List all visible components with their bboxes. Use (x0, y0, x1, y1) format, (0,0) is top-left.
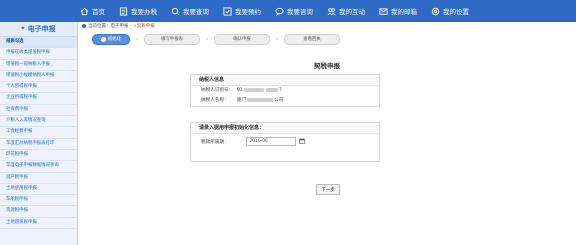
page-title: 契税申报 (314, 62, 340, 70)
check-icon (223, 6, 232, 16)
step-check-icon: ✓ (100, 36, 106, 42)
nav-item-label: 我的邮箱 (391, 8, 417, 16)
nav-item-settings[interactable]: 我的设置 (431, 0, 469, 22)
main-content: 当前位置：电子申报 - >契税申报 ✓ 初始化 › 填写申报表 › 确认申报 › … (78, 22, 576, 245)
panel-title: 请录入据用申报初始化信息： (191, 123, 379, 134)
nav-item-label: 我要办税 (131, 8, 157, 16)
step-label: 初始化 (107, 37, 122, 42)
sidebar-item[interactable]: 介税人入库情况查询 (0, 116, 77, 128)
nav-item-label: 首页 (92, 8, 105, 16)
search-icon (171, 7, 180, 16)
top-navigation-bar: 首页 我要办税 我要查询 我要预约 我要咨询 我的互动 我的邮箱 我的设置 (0, 0, 576, 22)
redacted-text (247, 97, 274, 102)
redacted-text (265, 87, 278, 92)
main-nav: 首页 我要办税 我要查询 我要预约 我要咨询 我的互动 我的邮箱 我的设置 (80, 0, 483, 22)
step-init: ✓ 初始化 (92, 33, 130, 45)
sidebar-item[interactable]: 企业所得税申报 (0, 93, 77, 105)
tax-period-input[interactable]: 2016-06 (246, 137, 306, 146)
breadcrumb-current: >契税申报 (133, 24, 155, 29)
panel-title: 纳税人信息 (191, 75, 379, 86)
nav-item-query[interactable]: 我要查询 (171, 0, 209, 22)
gear-icon (431, 7, 440, 16)
home-icon (80, 7, 89, 16)
chat-icon (275, 7, 284, 16)
nav-item-home[interactable]: 首页 (80, 0, 105, 22)
sidebar-item[interactable]: 增值税一般纳税人申报 (0, 60, 77, 71)
next-button[interactable]: 下一步 (316, 184, 340, 195)
sidebar-item[interactable]: 印花税申报 (0, 150, 77, 162)
tax-period-value: 2016-06 (249, 139, 268, 144)
nav-item-consult[interactable]: 我要咨询 (275, 0, 313, 22)
step-label: 确认申报 (233, 37, 251, 42)
location-icon (82, 23, 86, 28)
breadcrumb-prefix: 当前位置： (88, 24, 111, 29)
nav-item-interaction[interactable]: 我的互动 (327, 0, 365, 22)
pin-icon: ⌖ (21, 25, 25, 32)
taxpayer-name-prefix: 厦门 (237, 98, 247, 103)
sidebar-item[interactable]: 车船税申报 (0, 195, 77, 207)
init-info-panel: 请录入据用申报初始化信息： 税款所属期： 2016-06 (190, 122, 380, 162)
sidebar-item[interactable]: 年度电子申报数据情况查询 (0, 161, 77, 173)
field-label: 税款所属期： (201, 140, 229, 145)
sidebar-item[interactable]: 报表勾选 (0, 37, 77, 49)
taxpayer-name-suffix: 公司 (274, 98, 284, 103)
sidebar-item[interactable]: 资源税申报 (0, 206, 77, 218)
sidebar-item[interactable]: 申报征收类增值税申报 (0, 48, 77, 60)
taxpayer-id-prefix: 91 (237, 88, 243, 93)
tax-period-row: 税款所属期： 2016-06 (191, 137, 379, 147)
nav-item-appointment[interactable]: 我要预约 (223, 0, 261, 22)
sidebar-item[interactable]: 土地增值税申报 (0, 218, 77, 230)
sidebar-title: 电子申报 (27, 25, 56, 33)
breadcrumb-path[interactable]: 电子申报 (111, 24, 129, 29)
progress-steps: ✓ 初始化 › 填写申报表 › 确认申报 › 查看回执 (92, 33, 340, 45)
sidebar-item[interactable]: 社保费申报 (0, 105, 77, 117)
sidebar-item[interactable]: 增值税小规模纳税人申报 (0, 71, 77, 83)
nav-item-mailbox[interactable]: 我的邮箱 (379, 0, 417, 22)
nav-item-label: 我的设置 (443, 8, 469, 16)
logo-area (0, 0, 76, 22)
chevron-right-icon: › (135, 35, 139, 43)
nav-item-label: 我要预约 (235, 8, 261, 16)
taxpayer-info-panel: 纳税人信息 纳税人识别号： 91 7 纳税人名称： 厦门 公司 (190, 74, 380, 107)
field-label: 纳税人识别号： (201, 88, 234, 93)
step-label: 查看回执 (303, 37, 321, 42)
sidebar-header: ⌖ 电子申报 (0, 22, 77, 37)
form-icon (119, 6, 128, 16)
step-label: 填写申报表 (161, 37, 183, 42)
taxpayer-id-suffix: 7 (278, 88, 282, 93)
chevron-right-icon: › (205, 35, 209, 43)
sidebar: ⌖ 电子申报 报表勾选 申报征收类增值税申报 增值税一般纳税人申报 增值税小规模… (0, 22, 78, 245)
nav-item-tax-handling[interactable]: 我要办税 (119, 0, 157, 22)
nav-item-label: 我要查询 (183, 8, 209, 16)
chevron-right-icon: › (275, 35, 279, 43)
sidebar-item[interactable]: 个人所得税申报 (0, 82, 77, 94)
step-fill-form: 填写申报表 (144, 33, 200, 45)
sidebar-item[interactable]: 土地使用税申报 (0, 184, 77, 196)
sidebar-item[interactable]: 工会经费申报 (0, 127, 77, 139)
calendar-icon[interactable] (299, 138, 306, 144)
nav-item-label: 我要咨询 (287, 8, 313, 16)
mail-icon (379, 7, 388, 16)
field-label: 纳税人名称： (201, 98, 229, 103)
breadcrumb: 当前位置：电子申报 - >契税申报 (82, 23, 155, 29)
sidebar-item[interactable]: 年度汇总纳税申报表打印 (0, 139, 77, 150)
taxpayer-id-row: 纳税人识别号： 91 7 (191, 86, 379, 96)
step-confirm: 确认申报 (214, 33, 270, 45)
step-receipt: 查看回执 (284, 33, 340, 45)
people-icon (327, 7, 336, 16)
nav-item-label: 我的互动 (339, 8, 365, 16)
taxpayer-name-row: 纳税人名称： 厦门 公司 (191, 96, 379, 106)
sidebar-item[interactable]: 房产税申报 (0, 173, 77, 184)
redacted-text (243, 87, 264, 92)
